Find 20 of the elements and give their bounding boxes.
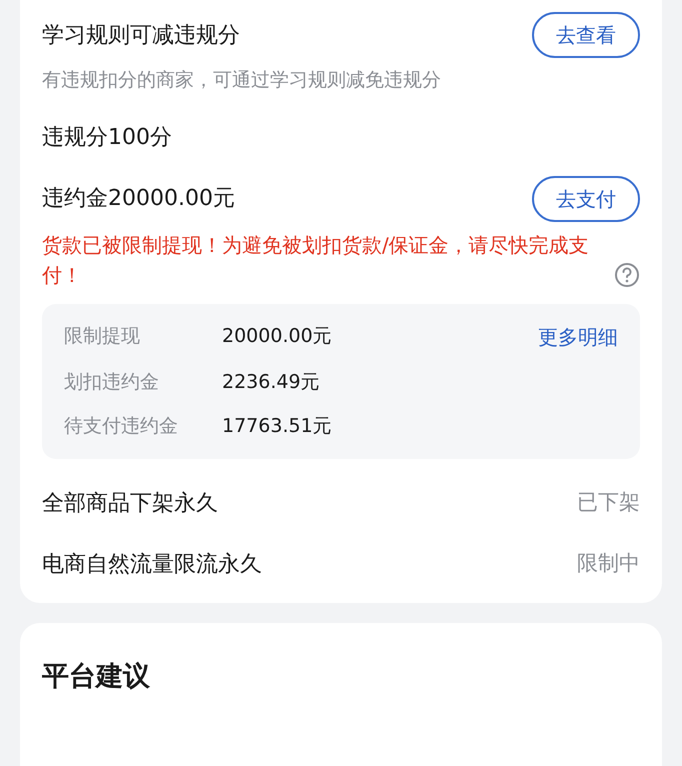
detail-label: 限制提现: [64, 324, 141, 350]
detail-value: 17763.51元: [222, 414, 332, 439]
penalty-title: 全部商品下架永久: [42, 490, 218, 518]
penalty-title: 违规分100分: [42, 124, 173, 152]
detail-label: 待支付违约金: [64, 414, 179, 439]
penalty-title: 学习规则可减违规分: [42, 22, 240, 50]
detail-value: 2236.49元: [222, 370, 320, 394]
detail-label: 划扣违约金: [64, 370, 160, 394]
more-details-link[interactable]: 更多明细: [538, 322, 618, 352]
penalty-status: 限制中: [577, 550, 640, 578]
penalty-status: 已下架: [577, 489, 640, 516]
help-icon[interactable]: [614, 262, 640, 288]
warning-text: 货款已被限制提现！为避免被划扣货款/保证金，请尽快完成支付！: [42, 232, 590, 288]
penalty-title: 违约金20000.00元: [42, 185, 235, 213]
penalty-title: 电商自然流量限流永久: [42, 550, 262, 578]
penalty-note: 有违规扣分的商家，可通过学习规则减免违规分: [42, 68, 442, 93]
section-title: 平台建议: [42, 660, 150, 692]
action-button[interactable]: 去支付: [532, 176, 640, 222]
action-button[interactable]: 去查看: [532, 12, 640, 58]
detail-value: 20000.00元: [222, 324, 332, 350]
